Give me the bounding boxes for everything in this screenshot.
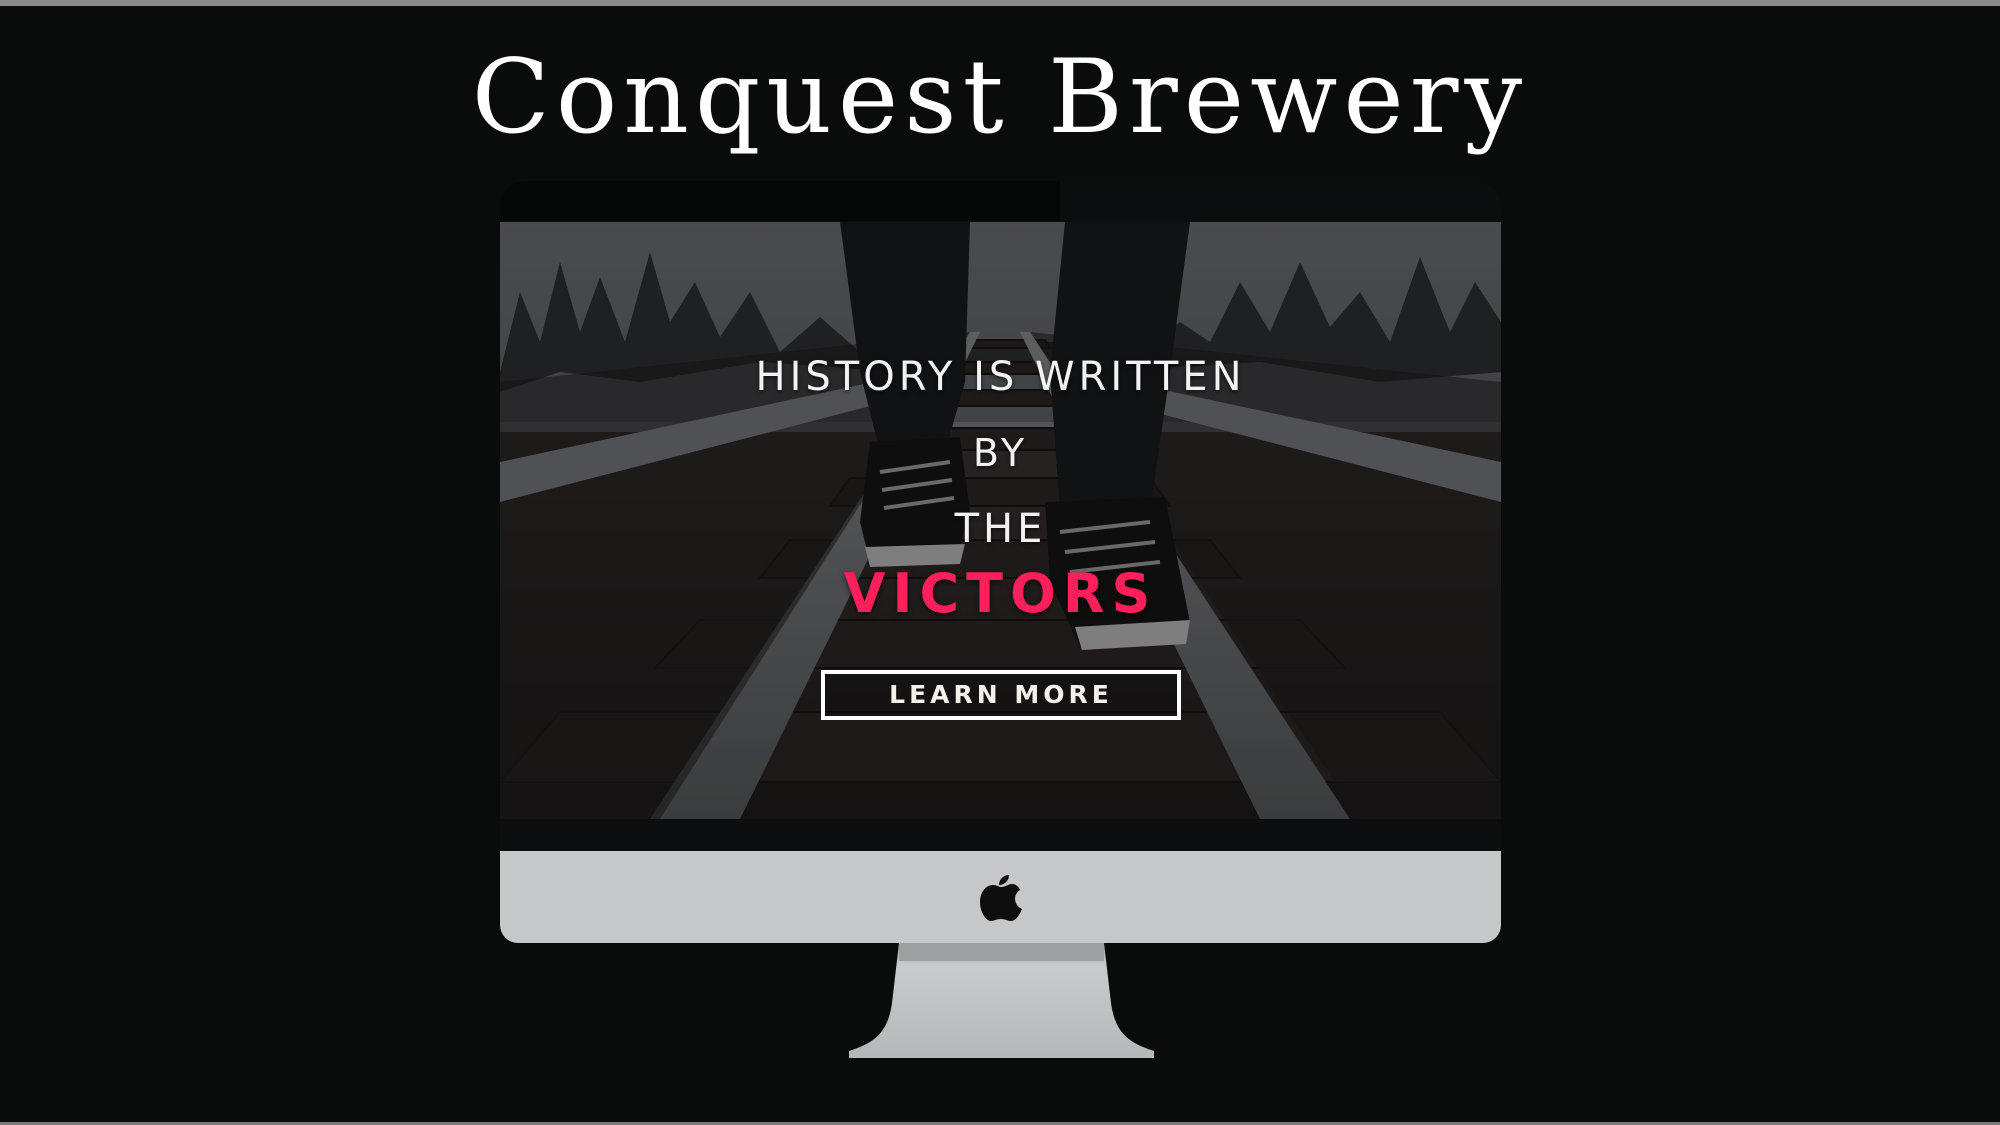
bezel-shadow bbox=[500, 181, 1060, 221]
hero-headline-line-2: BY bbox=[972, 431, 1029, 475]
hero-accent-word: VICTORS bbox=[843, 562, 1158, 625]
monitor-screen: HISTORY IS WRITTEN BY THE VICTORS LEARN … bbox=[500, 222, 1501, 819]
top-border bbox=[0, 0, 2000, 6]
monitor-stand bbox=[849, 943, 1154, 1058]
monitor-bezel: HISTORY IS WRITTEN BY THE VICTORS LEARN … bbox=[500, 181, 1501, 851]
apple-logo-icon bbox=[980, 875, 1022, 921]
hero-headline-line-3: THE bbox=[954, 506, 1047, 552]
learn-more-button[interactable]: LEARN MORE bbox=[821, 670, 1181, 720]
page-title: Conquest Brewery bbox=[471, 38, 1529, 157]
imac-monitor: HISTORY IS WRITTEN BY THE VICTORS LEARN … bbox=[500, 181, 1501, 943]
hero-headline-line-1: HISTORY IS WRITTEN bbox=[755, 354, 1246, 400]
